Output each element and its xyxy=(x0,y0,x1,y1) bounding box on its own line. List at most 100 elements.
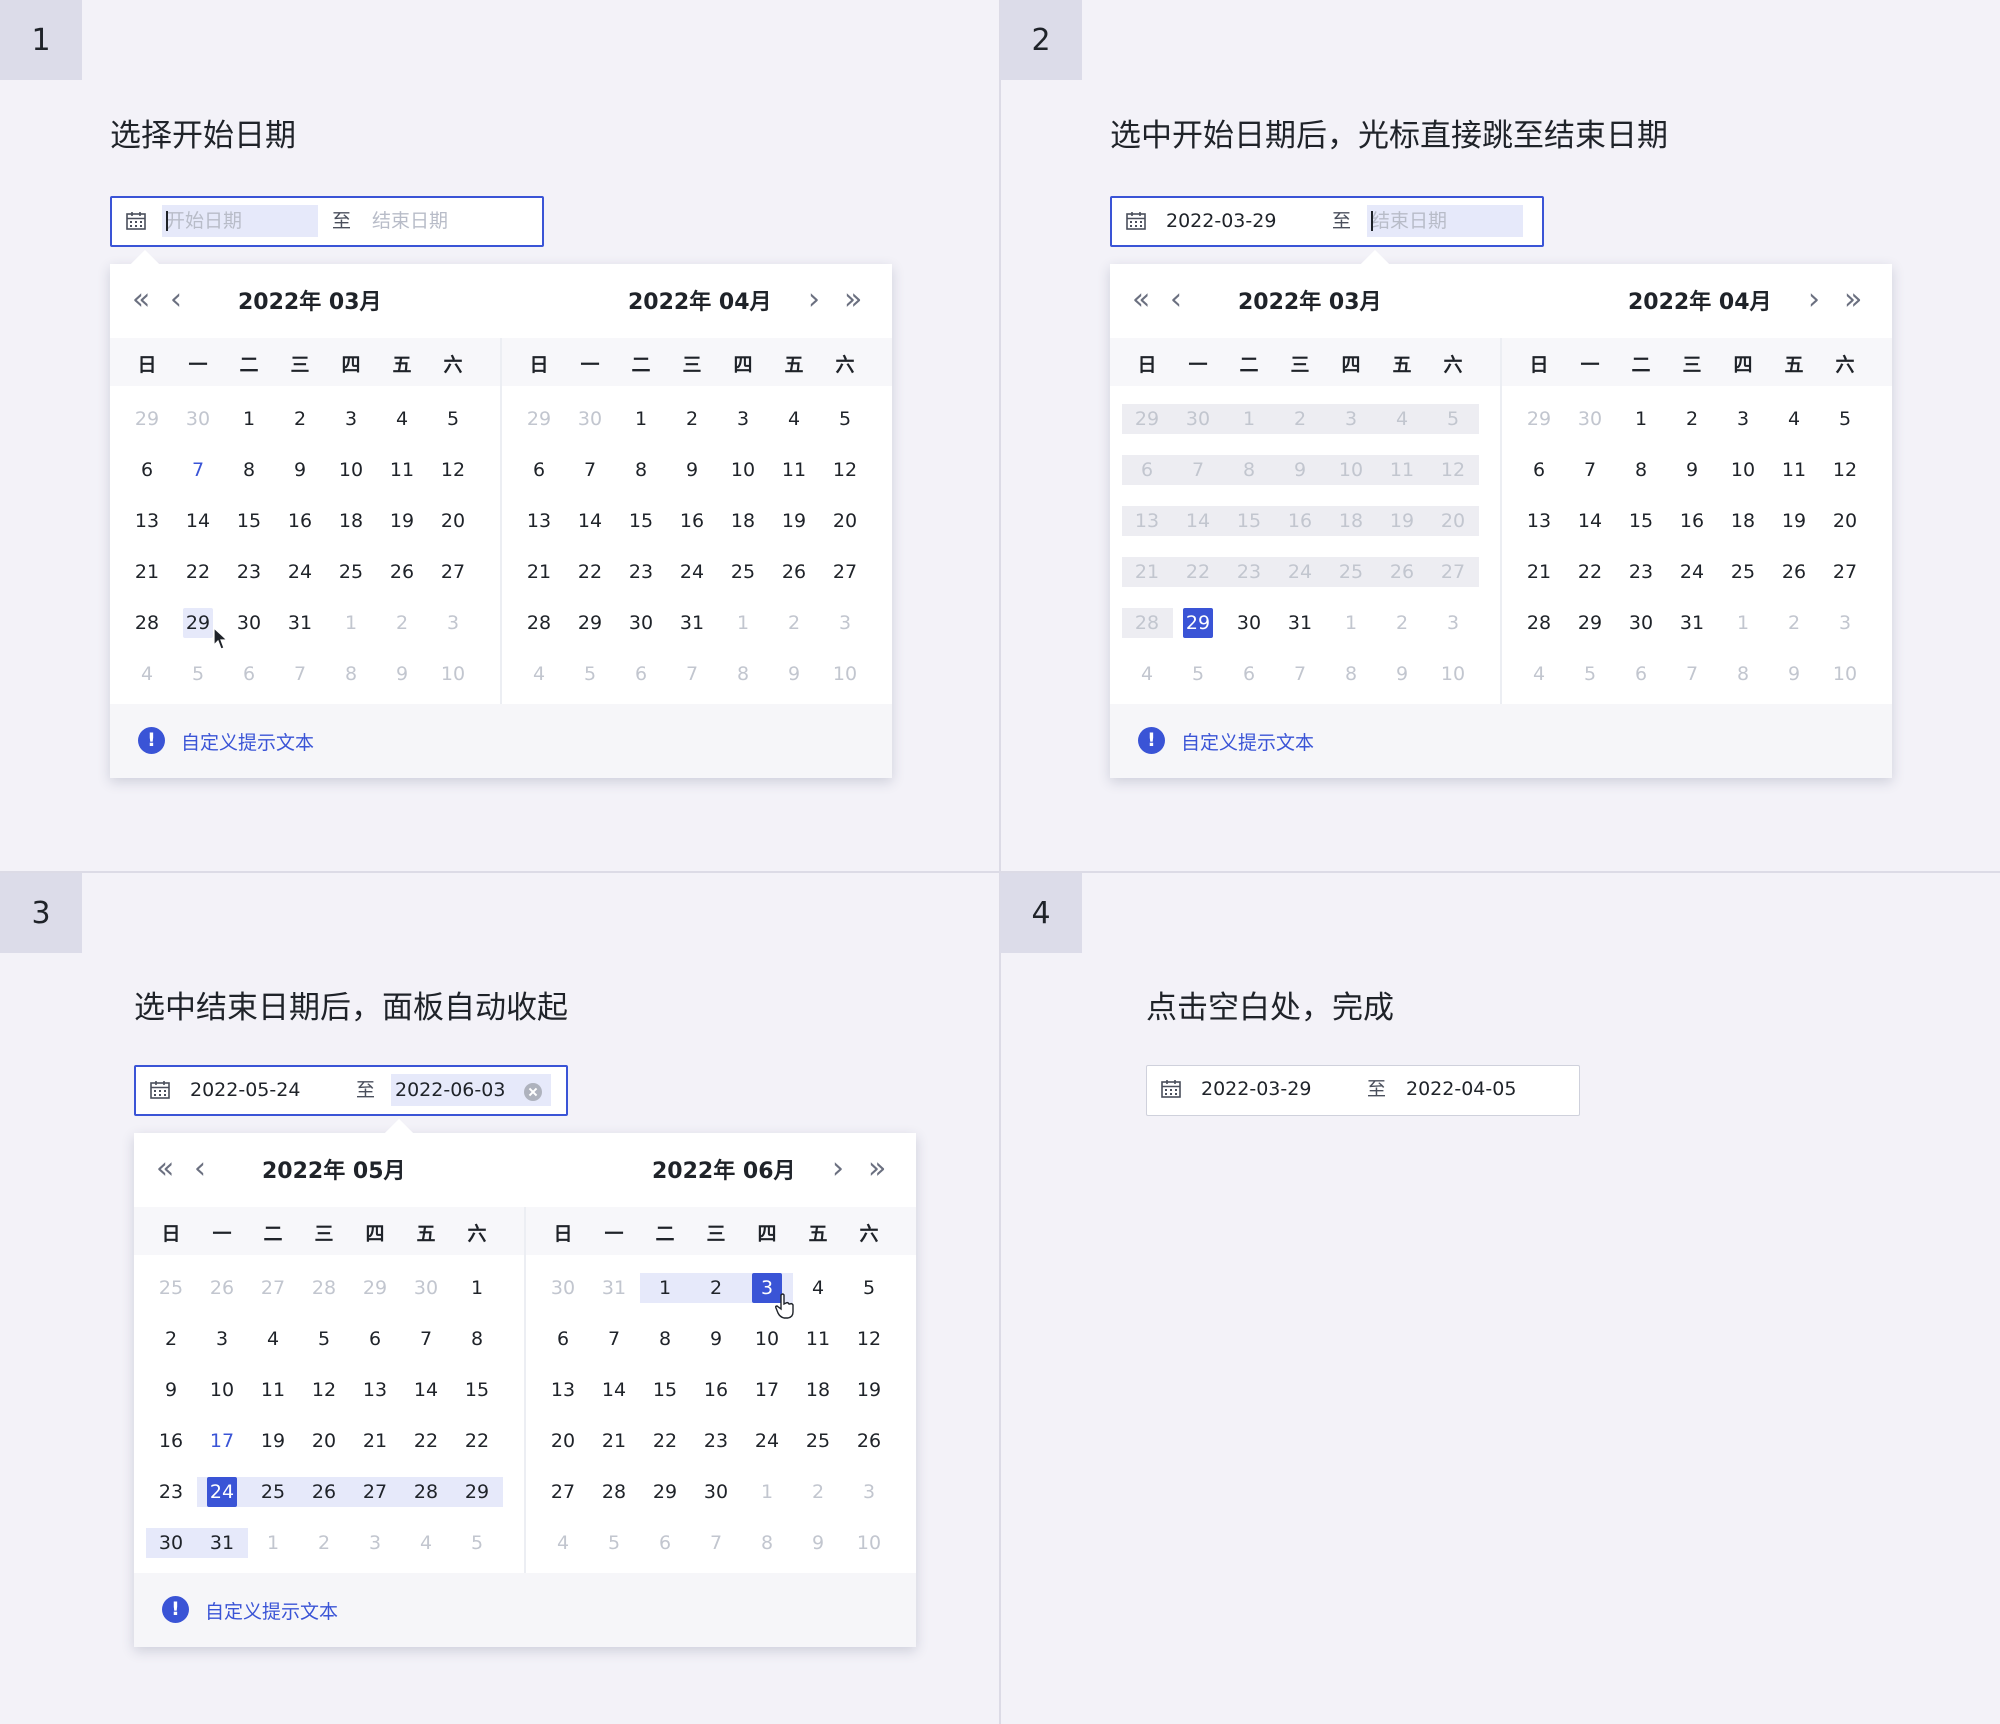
end-date-field[interactable]: 结束日期 xyxy=(372,205,522,237)
day-cell[interactable]: 1 xyxy=(1336,608,1366,638)
day-cell[interactable]: 24 xyxy=(1677,557,1707,587)
day-cell[interactable]: 7 xyxy=(1677,659,1707,689)
day-cell[interactable]: 3 xyxy=(207,1324,237,1354)
day-cell[interactable]: 5 xyxy=(854,1273,884,1303)
day-cell[interactable]: 15 xyxy=(1626,506,1656,536)
day-cell[interactable]: 3 xyxy=(1438,608,1468,638)
day-cell[interactable]: 12 xyxy=(309,1375,339,1405)
day-cell[interactable]: 22 xyxy=(650,1426,680,1456)
day-cell[interactable]: 11 xyxy=(1779,455,1809,485)
day-cell[interactable]: 11 xyxy=(387,455,417,485)
day-cell[interactable]: 6 xyxy=(1234,659,1264,689)
day-cell[interactable]: 25 xyxy=(156,1273,186,1303)
day-cell[interactable]: 27 xyxy=(438,557,468,587)
day-cell[interactable]: 31 xyxy=(207,1528,237,1558)
day-cell[interactable]: 9 xyxy=(779,659,809,689)
day-cell[interactable]: 21 xyxy=(599,1426,629,1456)
day-cell[interactable]: 6 xyxy=(1626,659,1656,689)
day-cell[interactable]: 24 xyxy=(285,557,315,587)
date-range-input[interactable]: 开始日期 至 结束日期 xyxy=(110,196,544,247)
next-month-button[interactable]: › xyxy=(808,282,820,318)
day-cell[interactable]: 17 xyxy=(207,1426,237,1456)
day-cell[interactable]: 8 xyxy=(728,659,758,689)
day-cell[interactable]: 7 xyxy=(677,659,707,689)
day-cell[interactable]: 1 xyxy=(728,608,758,638)
day-cell[interactable]: 29 xyxy=(575,608,605,638)
day-cell[interactable]: 20 xyxy=(548,1426,578,1456)
day-cell[interactable]: 26 xyxy=(779,557,809,587)
prev-month-button[interactable]: ‹ xyxy=(1170,282,1182,318)
day-cell[interactable]: 2 xyxy=(387,608,417,638)
day-cell[interactable]: 2 xyxy=(1387,608,1417,638)
day-cell[interactable]: 8 xyxy=(462,1324,492,1354)
end-date-field[interactable]: 2022-04-05 xyxy=(1402,1073,1558,1105)
day-cell[interactable]: 19 xyxy=(854,1375,884,1405)
day-cell[interactable]: 30 xyxy=(156,1528,186,1558)
day-cell[interactable]: 29 xyxy=(132,404,162,434)
day-cell[interactable]: 4 xyxy=(548,1528,578,1558)
day-cell[interactable]: 6 xyxy=(524,455,554,485)
day-cell[interactable]: 25 xyxy=(1728,557,1758,587)
day-cell[interactable]: 3 xyxy=(360,1528,390,1558)
day-cell[interactable]: 2 xyxy=(779,608,809,638)
day-cell[interactable]: 9 xyxy=(677,455,707,485)
day-cell[interactable]: 15 xyxy=(650,1375,680,1405)
day-cell[interactable]: 25 xyxy=(336,557,366,587)
day-cell[interactable]: 21 xyxy=(1524,557,1554,587)
day-cell[interactable]: 28 xyxy=(132,608,162,638)
day-cell[interactable]: 9 xyxy=(803,1528,833,1558)
day-cell[interactable]: 2 xyxy=(285,404,315,434)
day-cell[interactable]: 2 xyxy=(701,1273,731,1303)
day-cell[interactable]: 7 xyxy=(285,659,315,689)
day-cell[interactable]: 10 xyxy=(207,1375,237,1405)
day-cell[interactable]: 12 xyxy=(438,455,468,485)
day-cell[interactable]: 2 xyxy=(309,1528,339,1558)
day-cell[interactable]: 29 xyxy=(1183,608,1213,638)
day-cell[interactable]: 29 xyxy=(462,1477,492,1507)
day-cell[interactable]: 18 xyxy=(803,1375,833,1405)
day-cell[interactable]: 2 xyxy=(803,1477,833,1507)
day-cell[interactable]: 5 xyxy=(462,1528,492,1558)
day-cell[interactable]: 4 xyxy=(524,659,554,689)
day-cell[interactable]: 21 xyxy=(524,557,554,587)
day-cell[interactable]: 1 xyxy=(1626,404,1656,434)
day-cell[interactable]: 6 xyxy=(360,1324,390,1354)
day-cell[interactable]: 22 xyxy=(411,1426,441,1456)
prev-month-button[interactable]: ‹ xyxy=(170,282,182,318)
day-cell[interactable]: 29 xyxy=(183,608,213,638)
day-cell[interactable]: 30 xyxy=(575,404,605,434)
day-cell[interactable]: 6 xyxy=(626,659,656,689)
day-cell[interactable]: 22 xyxy=(183,557,213,587)
day-cell[interactable]: 3 xyxy=(438,608,468,638)
day-cell[interactable]: 28 xyxy=(411,1477,441,1507)
day-cell[interactable]: 31 xyxy=(1677,608,1707,638)
day-cell[interactable]: 4 xyxy=(411,1528,441,1558)
day-cell[interactable]: 10 xyxy=(1728,455,1758,485)
end-date-field[interactable]: 结束日期 xyxy=(1367,205,1523,237)
day-cell[interactable]: 4 xyxy=(779,404,809,434)
day-cell[interactable]: 30 xyxy=(411,1273,441,1303)
day-cell[interactable]: 16 xyxy=(677,506,707,536)
day-cell[interactable]: 7 xyxy=(575,455,605,485)
day-cell[interactable]: 9 xyxy=(1779,659,1809,689)
day-cell[interactable]: 10 xyxy=(854,1528,884,1558)
day-cell[interactable]: 9 xyxy=(1387,659,1417,689)
day-cell[interactable]: 30 xyxy=(234,608,264,638)
day-cell[interactable]: 16 xyxy=(285,506,315,536)
day-cell[interactable]: 13 xyxy=(360,1375,390,1405)
day-cell[interactable]: 24 xyxy=(677,557,707,587)
day-cell[interactable]: 1 xyxy=(462,1273,492,1303)
day-cell[interactable]: 12 xyxy=(1830,455,1860,485)
day-cell[interactable]: 1 xyxy=(258,1528,288,1558)
day-cell[interactable]: 1 xyxy=(234,404,264,434)
day-cell[interactable]: 2 xyxy=(1779,608,1809,638)
day-cell[interactable]: 12 xyxy=(830,455,860,485)
day-cell[interactable]: 3 xyxy=(1830,608,1860,638)
day-cell[interactable]: 3 xyxy=(854,1477,884,1507)
day-cell[interactable]: 30 xyxy=(1234,608,1264,638)
day-cell[interactable]: 20 xyxy=(438,506,468,536)
day-cell[interactable]: 4 xyxy=(132,659,162,689)
day-cell[interactable]: 21 xyxy=(132,557,162,587)
day-cell[interactable]: 18 xyxy=(1728,506,1758,536)
day-cell[interactable]: 31 xyxy=(285,608,315,638)
